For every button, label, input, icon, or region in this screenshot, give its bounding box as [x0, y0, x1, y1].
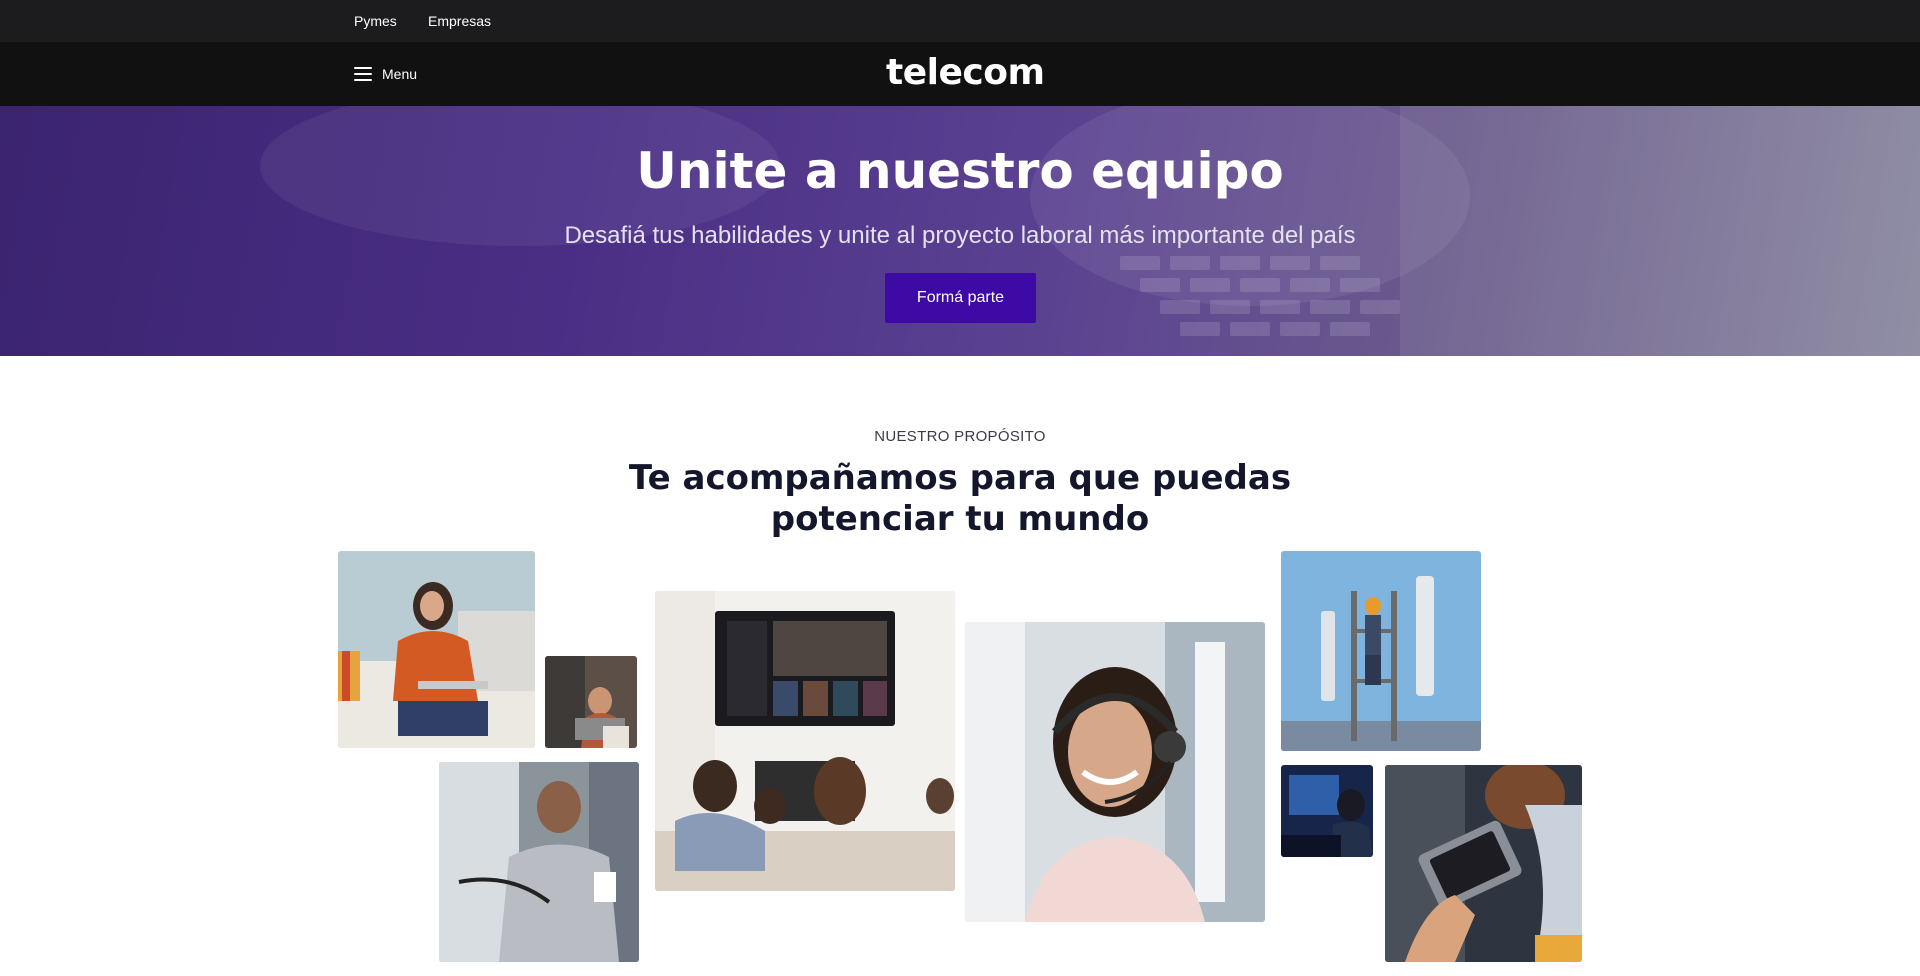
photo-call-center-agent	[965, 622, 1265, 922]
photo-gamer-monitor	[1281, 765, 1373, 857]
telecom-logo[interactable]: telecom	[886, 52, 1045, 93]
menu-label: Menu	[382, 66, 418, 82]
main-header: Menu telecom	[0, 42, 1920, 106]
top-utility-bar: Pymes Empresas	[0, 0, 1920, 42]
forma-parte-button[interactable]: Formá parte	[885, 273, 1036, 323]
hero-title: Unite a nuestro equipo	[636, 142, 1284, 200]
photo-woman-laptop-sofa	[338, 551, 535, 748]
photo-phone-streaming	[1385, 765, 1582, 962]
photo-child-video-call	[545, 656, 637, 748]
nav-link-pymes[interactable]: Pymes	[354, 13, 397, 29]
nav-link-empresas[interactable]: Empresas	[428, 13, 491, 29]
photo-family-watching-tv	[655, 591, 955, 891]
section-title-line-2: potenciar tu mundo	[770, 499, 1150, 539]
menu-button[interactable]: Menu	[354, 62, 417, 86]
hamburger-icon	[354, 67, 372, 81]
section-title-line-1: Te acompañamos para que puedas	[628, 458, 1292, 498]
photo-antenna-worker	[1281, 551, 1481, 751]
section-title: Te acompañamos para que puedas potenciar…	[0, 458, 1920, 540]
section-eyebrow: NUESTRO PROPÓSITO	[874, 428, 1046, 445]
photo-technician-fiber	[439, 762, 639, 962]
hero-subtitle: Desafiá tus habilidades y unite al proye…	[564, 222, 1356, 249]
hero-banner: Unite a nuestro equipo Desafiá tus habil…	[0, 106, 1920, 356]
